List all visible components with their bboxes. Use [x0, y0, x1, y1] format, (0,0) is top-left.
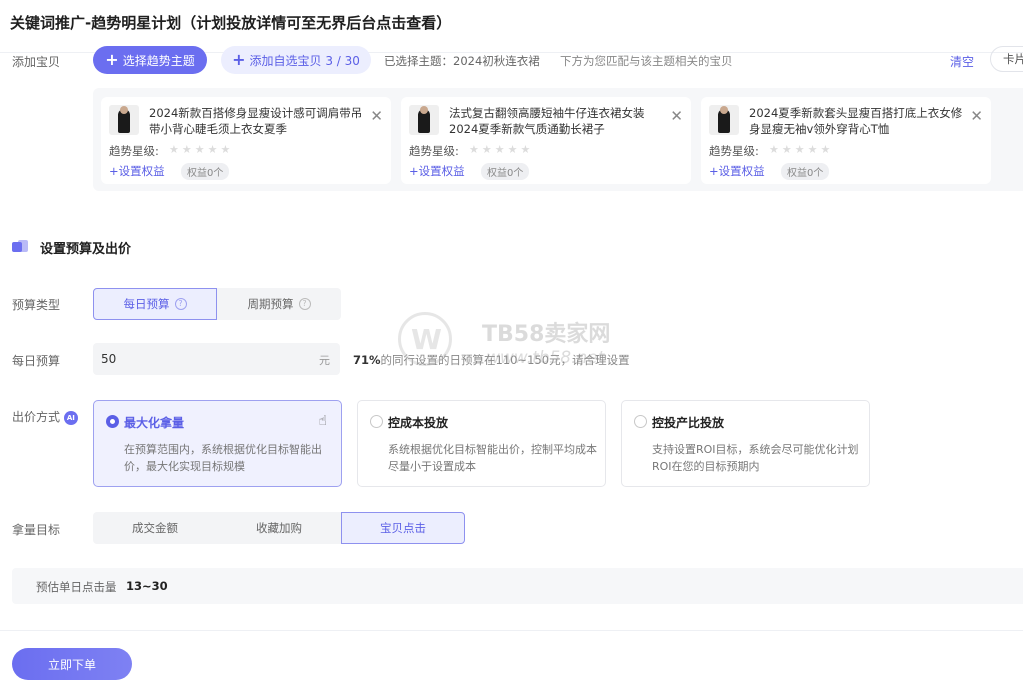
star-rating: ★★★★★: [169, 143, 234, 156]
product-thumbnail: [109, 105, 139, 135]
target-favorite-cart[interactable]: 收藏加购: [217, 512, 341, 544]
target-label: 拿量目标: [12, 523, 61, 537]
estimate-value: 13~30: [126, 579, 168, 593]
product-name: 2024新款百搭修身显瘦设计感可调肩带吊带小背心睫毛须上衣女夏季: [149, 106, 363, 136]
budget-type-label: 预算类型: [12, 298, 61, 312]
product-card: 2024夏季新款套头显瘦百搭打底上衣女修身显瘦无袖v领外穿背心T恤 ✕ 趋势星级…: [701, 97, 991, 184]
trend-star-label: 趋势星级:: [709, 144, 759, 158]
star-rating: ★★★★★: [469, 143, 534, 156]
card-view-toggle[interactable]: 卡片: [990, 46, 1023, 72]
plus-icon: +: [105, 50, 119, 69]
estimate-bar: 预估单日点击量 13~30: [12, 568, 1023, 604]
bid-method-label: 出价方式 AI: [12, 408, 78, 425]
ai-icon: AI: [63, 410, 78, 425]
radio-icon[interactable]: [634, 415, 647, 428]
selected-theme-text: 已选择主题：2024初秋连衣裙: [384, 54, 540, 68]
benefit-count-badge: 权益0个: [781, 163, 830, 180]
add-product-label: 添加宝贝: [12, 55, 61, 69]
clear-link[interactable]: 清空: [950, 53, 974, 70]
close-icon[interactable]: ✕: [370, 107, 383, 125]
theme-tip-text: 下方为您匹配与该主题相关的宝贝: [560, 54, 733, 68]
target-gmv[interactable]: 成交金额: [93, 512, 217, 544]
daily-budget-label: 每日预算: [12, 354, 61, 368]
benefit-count-badge: 权益0个: [481, 163, 530, 180]
product-thumbnail: [409, 105, 439, 135]
set-benefit-link[interactable]: +设置权益: [709, 163, 765, 179]
radio-icon[interactable]: [370, 415, 383, 428]
product-card: 法式复古翻领高腰短袖牛仔连衣裙女装2024夏季新款气质通勤长裙子 ✕ 趋势星级:…: [401, 97, 691, 184]
radio-selected-icon[interactable]: [106, 415, 119, 428]
bid-option-max-volume[interactable]: 最大化拿量 ☝ 在预算范围内，系统根据优化目标智能出价，最大化实现目标规模: [93, 400, 342, 487]
help-icon[interactable]: ?: [174, 298, 187, 310]
product-thumbnail: [709, 105, 739, 135]
budget-type-period[interactable]: 周期预算?: [217, 288, 341, 320]
close-icon[interactable]: ✕: [670, 107, 683, 125]
budget-section-title: 设置预算及出价: [40, 242, 132, 257]
star-rating: ★★★★★: [769, 143, 834, 156]
watermark: W TB58卖家网 www.tb58.net: [398, 312, 638, 378]
plus-icon: +: [232, 50, 246, 69]
estimate-label: 预估单日点击量: [36, 580, 117, 594]
trend-star-label: 趋势星级:: [109, 144, 159, 158]
currency-unit: 元: [319, 354, 330, 367]
page-title: 关键词推广-趋势明星计划（计划投放详情可至无界后台点击查看）: [10, 14, 452, 32]
select-theme-button[interactable]: + 选择趋势主题: [93, 46, 207, 74]
set-benefit-link[interactable]: +设置权益: [109, 163, 165, 179]
daily-budget-field: 元: [93, 343, 340, 375]
product-card: 2024新款百搭修身显瘦设计感可调肩带吊带小背心睫毛须上衣女夏季 ✕ 趋势星级:…: [101, 97, 391, 184]
submit-order-button[interactable]: 立即下单: [12, 648, 132, 680]
product-name: 法式复古翻领高腰短袖牛仔连衣裙女装2024夏季新款气质通勤长裙子: [449, 106, 645, 136]
budget-type-daily[interactable]: 每日预算?: [93, 288, 217, 320]
close-icon[interactable]: ✕: [970, 107, 983, 125]
benefit-count-badge: 权益0个: [181, 163, 230, 180]
daily-budget-input[interactable]: [101, 343, 301, 375]
budget-tip: 71%的同行设置的日预算在110~150元，请合理设置: [353, 353, 630, 367]
budget-section-icon: [12, 240, 30, 254]
target-product-click[interactable]: 宝贝点击: [341, 512, 465, 544]
help-icon[interactable]: ?: [298, 298, 311, 310]
bid-option-cost-control[interactable]: 控成本投放 系统根据优化目标智能出价，控制平均成本尽量小于设置成本: [357, 400, 606, 487]
add-custom-product-button[interactable]: + 添加自选宝贝 3 / 30: [221, 46, 371, 74]
footer-divider: [0, 630, 1023, 631]
set-benefit-link[interactable]: +设置权益: [409, 163, 465, 179]
bid-option-roi-control[interactable]: 控投产比投放 支持设置ROI目标，系统会尽可能优化计划ROI在您的目标预期内: [621, 400, 870, 487]
hand-cursor-icon: ☝: [318, 413, 327, 429]
trend-star-label: 趋势星级:: [409, 144, 459, 158]
product-list: 2024新款百搭修身显瘦设计感可调肩带吊带小背心睫毛须上衣女夏季 ✕ 趋势星级:…: [93, 88, 1023, 191]
product-name: 2024夏季新款套头显瘦百搭打底上衣女修身显瘦无袖v领外穿背心T恤: [749, 106, 963, 136]
